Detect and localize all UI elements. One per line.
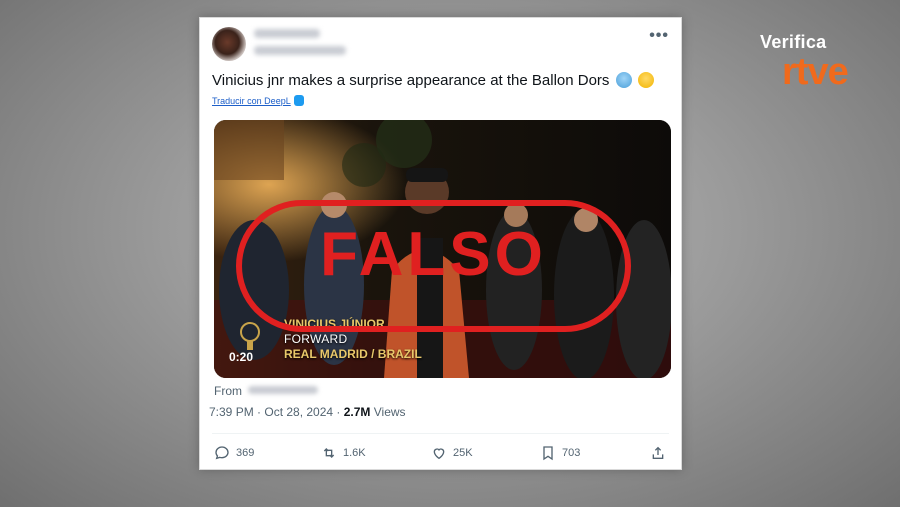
pensive-face-emoji-icon (637, 72, 654, 88)
from-source: From (214, 384, 318, 398)
reply-count: 369 (236, 447, 255, 459)
reply-button[interactable]: 369 (214, 445, 254, 461)
action-bar: 369 1.6K 25K 703 (214, 445, 667, 463)
more-options-icon[interactable]: ••• (649, 27, 669, 45)
bookmark-icon (543, 446, 553, 461)
translate-label[interactable]: Traducir con DeepL (212, 96, 291, 106)
blurred-source[interactable] (248, 386, 318, 394)
tweet-text-content: Vinicius jnr makes a surprise appearance… (212, 72, 610, 89)
deepl-icon (293, 95, 304, 106)
caption-position: FORWARD (284, 332, 348, 346)
bookmark-button[interactable]: 703 (540, 445, 580, 461)
from-label: From (214, 384, 242, 398)
video-player[interactable]: VINICIUS JÚNIOR FORWARD REAL MADRID / BR… (214, 120, 671, 378)
tweet-timestamp[interactable]: 7:39 PM · Oct 28, 2024 · (209, 405, 344, 419)
tweet-card: ••• Vinicius jnr makes a surprise appear… (199, 17, 682, 470)
repost-button[interactable]: 1.6K (321, 445, 366, 461)
brand-rtve-text: rtve (782, 51, 849, 93)
tweet-text: Vinicius jnr makes a surprise appearance… (212, 72, 654, 89)
cold-face-emoji-icon (615, 72, 632, 88)
blurred-handle[interactable] (254, 46, 346, 55)
translate-link[interactable]: Traducir con DeepL (212, 95, 304, 106)
heart-icon (433, 448, 445, 460)
falso-stamp-text: FALSO (320, 220, 547, 289)
repost-icon (323, 448, 335, 458)
tweet-meta: 7:39 PM · Oct 28, 2024 · 2.7M Views (209, 405, 406, 419)
like-button[interactable]: 25K (431, 445, 473, 461)
views-label: Views (370, 405, 406, 419)
blurred-display-name[interactable] (254, 29, 320, 38)
video-duration: 0:20 (229, 350, 254, 364)
falso-stamp: FALSO (236, 200, 631, 332)
like-count: 25K (453, 447, 473, 459)
divider (212, 433, 669, 434)
reply-icon (215, 446, 229, 460)
bookmark-count: 703 (562, 447, 581, 459)
brand-verifica-text: Verifica (760, 32, 827, 52)
share-button[interactable] (650, 445, 666, 461)
repost-count: 1.6K (343, 447, 366, 459)
views-count: 2.7M (343, 405, 371, 419)
rtve-verifica-logo: Verifica rtve (760, 32, 872, 92)
share-icon (652, 446, 664, 459)
avatar[interactable] (212, 27, 246, 61)
caption-team: REAL MADRID / BRAZIL (284, 347, 422, 361)
